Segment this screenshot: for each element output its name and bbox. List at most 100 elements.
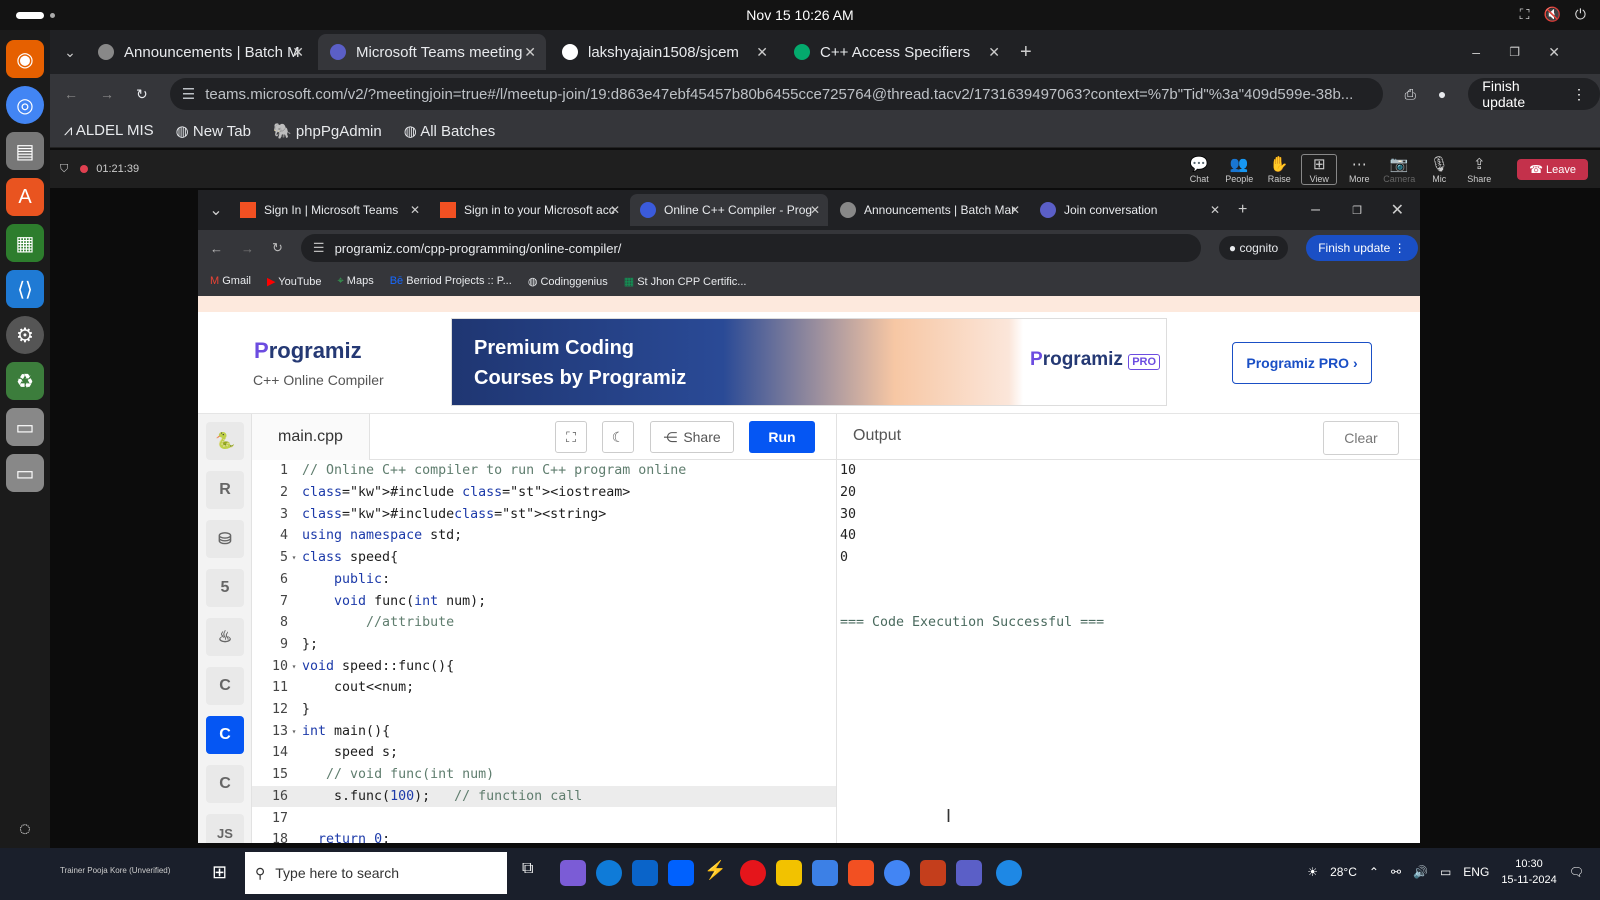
inner-tab-announcements[interactable]: Announcements | Batch Mar ✕ [830, 194, 1028, 226]
code-text[interactable]: void func(int num); [300, 594, 486, 609]
clear-button[interactable]: Clear [1323, 421, 1399, 455]
restore-icon[interactable]: ❐ [1352, 204, 1362, 217]
html-icon[interactable]: 5 [206, 569, 244, 607]
close-icon[interactable]: ✕ [756, 44, 768, 61]
fold-arrow-icon[interactable]: ▾ [288, 553, 300, 562]
line-number[interactable]: 7 [252, 594, 288, 609]
chat-button[interactable]: 💬 Chat [1181, 155, 1217, 184]
line-number[interactable]: 10 [252, 659, 288, 674]
vscode-icon[interactable]: ⟨⟩ [6, 270, 44, 308]
code-line[interactable]: 1 // Online C++ compiler to run C++ progr… [252, 460, 836, 482]
share-button[interactable]: ⇪ Share [1461, 155, 1497, 184]
weather-icon[interactable]: ☀ [1307, 865, 1318, 879]
bookmark-codinggenius[interactable]: ◍ Codinggenius [528, 275, 608, 288]
csharp-language-icon[interactable]: C [206, 765, 244, 803]
share-code-button[interactable]: ⋲ Share [650, 421, 734, 453]
power-icon[interactable]: ⏻ [1575, 6, 1586, 23]
activities-button[interactable] [16, 12, 44, 19]
volume-icon[interactable]: 🔊 [1413, 865, 1428, 879]
tab-search-icon[interactable]: ⌄ [204, 200, 228, 220]
minimize-icon[interactable]: – [1311, 201, 1320, 219]
java-icon[interactable]: ♨ [206, 618, 244, 656]
code-line[interactable]: 10 ▾ void speed::func(){ [252, 655, 836, 677]
copilot-icon[interactable] [560, 860, 586, 886]
line-number[interactable]: 3 [252, 507, 288, 522]
close-icon[interactable]: ✕ [988, 44, 1000, 61]
close-window-icon[interactable]: ✕ [1391, 200, 1404, 220]
ssd-drive-icon-2[interactable]: ▭ [6, 454, 44, 492]
code-line[interactable]: 7 void func(int num); [252, 590, 836, 612]
taskbar-search[interactable]: ⚲ Type here to search [245, 852, 507, 894]
back-icon[interactable]: ← [210, 241, 223, 256]
outer-tab-github[interactable]: lakshyajain1508/sjcem ✕ [550, 34, 778, 70]
person-icon[interactable]: ● [1438, 86, 1446, 102]
code-line[interactable]: 16 s.func(100); // function call [252, 785, 836, 808]
outer-tab-announcements[interactable]: Announcements | Batch M ✕ [86, 34, 314, 70]
close-icon[interactable]: ✕ [810, 203, 820, 217]
forward-icon[interactable]: → [241, 241, 254, 256]
bookmark-gmail[interactable]: M Gmail [210, 275, 251, 287]
javascript-icon[interactable]: JS [206, 814, 244, 843]
line-number[interactable]: 8 [252, 615, 288, 630]
code-text[interactable]: public: [300, 572, 390, 587]
inner-finish-update-button[interactable]: Finish update ⋮ [1306, 235, 1418, 261]
mic-button[interactable]: 🎙 Mic [1421, 155, 1457, 184]
close-icon[interactable]: ✕ [1010, 203, 1020, 217]
programiz-pro-button[interactable]: Programiz PRO › [1232, 342, 1372, 384]
fold-arrow-icon[interactable]: ▾ [288, 727, 300, 736]
code-text[interactable]: // Online C++ compiler to run C++ progra… [300, 463, 686, 478]
notifications-icon[interactable]: 🗨 [1569, 865, 1584, 879]
code-line[interactable]: 18 return 0; [252, 829, 836, 843]
finish-update-button[interactable]: Finish update ⋮ [1468, 78, 1600, 110]
outer-tab-teams[interactable]: Microsoft Teams meeting ✕ [318, 34, 546, 70]
system-clock[interactable]: Nov 15 10:26 AM [746, 7, 853, 23]
code-text[interactable]: using namespace std; [300, 528, 462, 543]
bookmark-aldel[interactable]: ⩘ ALDEL MIS [64, 122, 154, 139]
files-icon[interactable]: ▤ [6, 132, 44, 170]
tab-search-icon[interactable]: ⌄ [58, 44, 82, 61]
settings-icon[interactable]: ⚙ [6, 316, 44, 354]
pane-divider[interactable] [836, 414, 837, 843]
new-tab-icon[interactable]: + [1238, 201, 1247, 219]
more-button[interactable]: ⋯ More [1341, 155, 1377, 184]
code-line[interactable]: 14 speed s; [252, 742, 836, 764]
winamp-icon[interactable]: ⚡ [704, 860, 730, 886]
network-icon[interactable]: ⛶ [1520, 6, 1530, 23]
ad-banner[interactable]: Premium Coding Courses by Programiz Prog… [451, 318, 1167, 406]
line-number[interactable]: 13 [252, 724, 288, 739]
line-number[interactable]: 4 [252, 528, 288, 543]
bookmark-st-jhon[interactable]: ▦ St Jhon CPP Certific... [624, 275, 747, 288]
line-number[interactable]: 18 [252, 832, 288, 843]
app-icon[interactable] [812, 860, 838, 886]
back-icon[interactable]: ← [64, 86, 78, 102]
line-number[interactable]: 9 [252, 637, 288, 652]
temperature[interactable]: 28°C [1330, 865, 1357, 879]
r-language-icon[interactable]: R [206, 471, 244, 509]
close-icon[interactable]: ✕ [1210, 203, 1220, 217]
close-icon[interactable]: ✕ [410, 203, 420, 217]
site-info-icon[interactable]: ☰ [182, 85, 195, 103]
fullscreen-icon[interactable]: ⛶ [555, 421, 587, 453]
code-text[interactable]: // void func(int num) [300, 767, 494, 782]
code-text[interactable]: }; [300, 637, 318, 652]
view-button[interactable]: ⊞ View [1301, 153, 1338, 185]
cpp-language-icon[interactable]: C [206, 716, 244, 754]
code-line[interactable]: 13 ▾ int main(){ [252, 720, 836, 742]
volume-icon[interactable]: 🔇 [1543, 6, 1560, 23]
outlook-icon[interactable] [632, 860, 658, 886]
app-center-icon[interactable]: A [6, 178, 44, 216]
code-line[interactable]: 15 // void func(int num) [252, 764, 836, 786]
firefox-icon[interactable]: ◉ [6, 40, 44, 78]
bookmark-youtube[interactable]: ▶ YouTube [267, 275, 322, 288]
line-number[interactable]: 15 [252, 767, 288, 782]
reload-icon[interactable]: ↻ [272, 240, 283, 256]
line-number[interactable]: 12 [252, 702, 288, 717]
code-line[interactable]: 6 public: [252, 569, 836, 591]
line-number[interactable]: 5 [252, 550, 288, 565]
battery-icon[interactable]: ▭ [1440, 865, 1451, 879]
line-number[interactable]: 14 [252, 745, 288, 760]
code-text[interactable]: class speed{ [300, 550, 398, 565]
file-tab[interactable]: main.cpp [252, 414, 370, 460]
programiz-logo[interactable]: Programiz [254, 338, 362, 364]
inner-tab-programiz[interactable]: Online C++ Compiler - Prog ✕ [630, 194, 828, 226]
